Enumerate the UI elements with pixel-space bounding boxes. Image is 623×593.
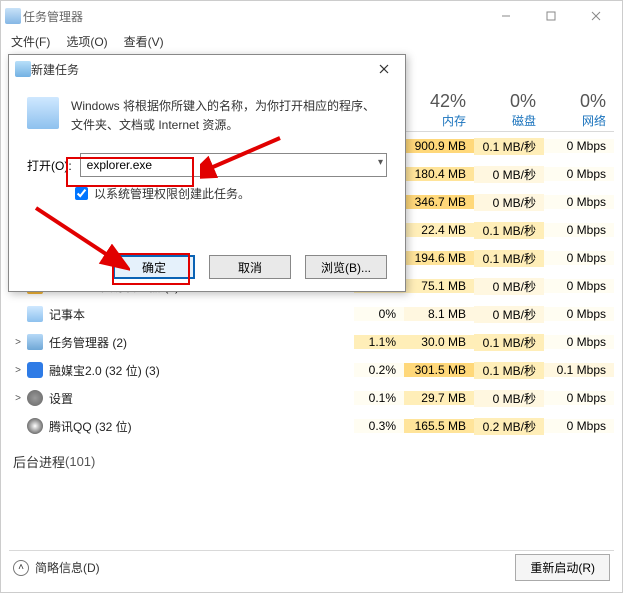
cell-disk: 0 MB/秒 bbox=[474, 278, 544, 295]
titlebar[interactable]: 任务管理器 bbox=[1, 1, 622, 31]
menu-file[interactable]: 文件(F) bbox=[11, 33, 50, 50]
section-background: 后台进程 (101) bbox=[9, 446, 614, 476]
cell-cpu: 0.1% bbox=[354, 391, 404, 405]
restart-button[interactable]: 重新启动(R) bbox=[515, 554, 610, 581]
cell-disk: 0.1 MB/秒 bbox=[474, 334, 544, 351]
expand-icon[interactable]: > bbox=[9, 365, 27, 376]
cell-memory: 194.6 MB bbox=[404, 251, 474, 265]
admin-checkbox[interactable] bbox=[75, 187, 88, 200]
process-name: 融媒宝2.0 (32 位) (3) bbox=[49, 362, 354, 379]
cell-memory: 29.7 MB bbox=[404, 391, 474, 405]
footer: ˄ 简略信息(D) 重新启动(R) bbox=[9, 550, 614, 584]
dialog-title: 新建任务 bbox=[31, 61, 369, 78]
run-icon bbox=[27, 97, 59, 129]
cell-memory: 900.9 MB bbox=[404, 139, 474, 153]
process-name: 记事本 bbox=[49, 306, 354, 323]
cell-memory: 30.0 MB bbox=[404, 335, 474, 349]
cell-memory: 22.4 MB bbox=[404, 223, 474, 237]
cell-network: 0 Mbps bbox=[544, 251, 614, 265]
app-icon bbox=[27, 390, 43, 406]
menu-options[interactable]: 选项(O) bbox=[66, 33, 107, 50]
cell-memory: 75.1 MB bbox=[404, 279, 474, 293]
brief-toggle[interactable]: ˄ 简略信息(D) bbox=[13, 559, 100, 576]
expand-icon[interactable]: > bbox=[9, 393, 27, 404]
cell-cpu: 0% bbox=[354, 307, 404, 321]
cell-memory: 180.4 MB bbox=[404, 167, 474, 181]
dialog-icon bbox=[15, 61, 31, 77]
app-icon bbox=[27, 362, 43, 378]
cell-network: 0 Mbps bbox=[544, 419, 614, 433]
table-row[interactable]: > 任务管理器 (2)1.1%30.0 MB0.1 MB/秒0 Mbps bbox=[9, 328, 614, 356]
collapse-icon: ˄ bbox=[13, 560, 29, 576]
open-label: 打开(O): bbox=[27, 157, 72, 174]
app-icon bbox=[27, 418, 43, 434]
col-disk[interactable]: 0% 磁盘 bbox=[474, 74, 544, 131]
cell-disk: 0.1 MB/秒 bbox=[474, 222, 544, 239]
table-row[interactable]: > 设置0.1%29.7 MB0 MB/秒0 Mbps bbox=[9, 384, 614, 412]
cell-disk: 0.1 MB/秒 bbox=[474, 138, 544, 155]
cell-memory: 301.5 MB bbox=[404, 363, 474, 377]
ok-button[interactable]: 确定 bbox=[113, 255, 195, 279]
table-row[interactable]: 腾讯QQ (32 位)0.3%165.5 MB0.2 MB/秒0 Mbps bbox=[9, 412, 614, 440]
dialog-message: Windows 将根据你所键入的名称，为你打开相应的程序、文件夹、文档或 Int… bbox=[71, 97, 387, 135]
cell-network: 0 Mbps bbox=[544, 195, 614, 209]
cell-memory: 346.7 MB bbox=[404, 195, 474, 209]
cell-cpu: 1.1% bbox=[354, 335, 404, 349]
expand-icon[interactable]: > bbox=[9, 337, 27, 348]
cell-network: 0 Mbps bbox=[544, 335, 614, 349]
cell-network: 0 Mbps bbox=[544, 223, 614, 237]
cell-disk: 0.1 MB/秒 bbox=[474, 250, 544, 267]
browse-button[interactable]: 浏览(B)... bbox=[305, 255, 387, 279]
cell-disk: 0 MB/秒 bbox=[474, 390, 544, 407]
process-name: 设置 bbox=[49, 390, 354, 407]
cell-memory: 8.1 MB bbox=[404, 307, 474, 321]
open-combobox[interactable]: ▾ bbox=[80, 153, 387, 177]
cell-network: 0.1 Mbps bbox=[544, 363, 614, 377]
menu-view[interactable]: 查看(V) bbox=[124, 33, 164, 50]
close-button[interactable] bbox=[573, 2, 618, 31]
cell-network: 0 Mbps bbox=[544, 307, 614, 321]
cell-disk: 0 MB/秒 bbox=[474, 194, 544, 211]
cell-disk: 0.1 MB/秒 bbox=[474, 362, 544, 379]
open-input[interactable] bbox=[80, 153, 387, 177]
menubar: 文件(F) 选项(O) 查看(V) bbox=[1, 31, 622, 51]
minimize-button[interactable] bbox=[483, 2, 528, 31]
app-icon bbox=[5, 8, 21, 24]
dialog-close-button[interactable] bbox=[369, 57, 399, 81]
cancel-button[interactable]: 取消 bbox=[209, 255, 291, 279]
table-row[interactable]: > 融媒宝2.0 (32 位) (3)0.2%301.5 MB0.1 MB/秒0.… bbox=[9, 356, 614, 384]
cell-cpu: 0.3% bbox=[354, 419, 404, 433]
process-name: 任务管理器 (2) bbox=[49, 334, 354, 351]
cell-network: 0 Mbps bbox=[544, 167, 614, 181]
maximize-button[interactable] bbox=[528, 2, 573, 31]
col-network[interactable]: 0% 网络 bbox=[544, 74, 614, 131]
col-memory[interactable]: 42% 内存 bbox=[404, 74, 474, 131]
cell-network: 0 Mbps bbox=[544, 139, 614, 153]
process-name: 腾讯QQ (32 位) bbox=[49, 418, 354, 435]
window-title: 任务管理器 bbox=[21, 8, 483, 25]
cell-network: 0 Mbps bbox=[544, 391, 614, 405]
cell-cpu: 0.2% bbox=[354, 363, 404, 377]
table-row[interactable]: 记事本0%8.1 MB0 MB/秒0 Mbps bbox=[9, 300, 614, 328]
cell-disk: 0 MB/秒 bbox=[474, 166, 544, 183]
app-icon bbox=[27, 306, 43, 322]
cell-disk: 0 MB/秒 bbox=[474, 306, 544, 323]
app-icon bbox=[27, 334, 43, 350]
cell-memory: 165.5 MB bbox=[404, 419, 474, 433]
new-task-dialog: 新建任务 Windows 将根据你所键入的名称，为你打开相应的程序、文件夹、文档… bbox=[8, 54, 406, 292]
cell-network: 0 Mbps bbox=[544, 279, 614, 293]
admin-checkbox-label: 以系统管理权限创建此任务。 bbox=[94, 185, 250, 202]
dialog-titlebar[interactable]: 新建任务 bbox=[9, 55, 405, 83]
cell-disk: 0.2 MB/秒 bbox=[474, 418, 544, 435]
